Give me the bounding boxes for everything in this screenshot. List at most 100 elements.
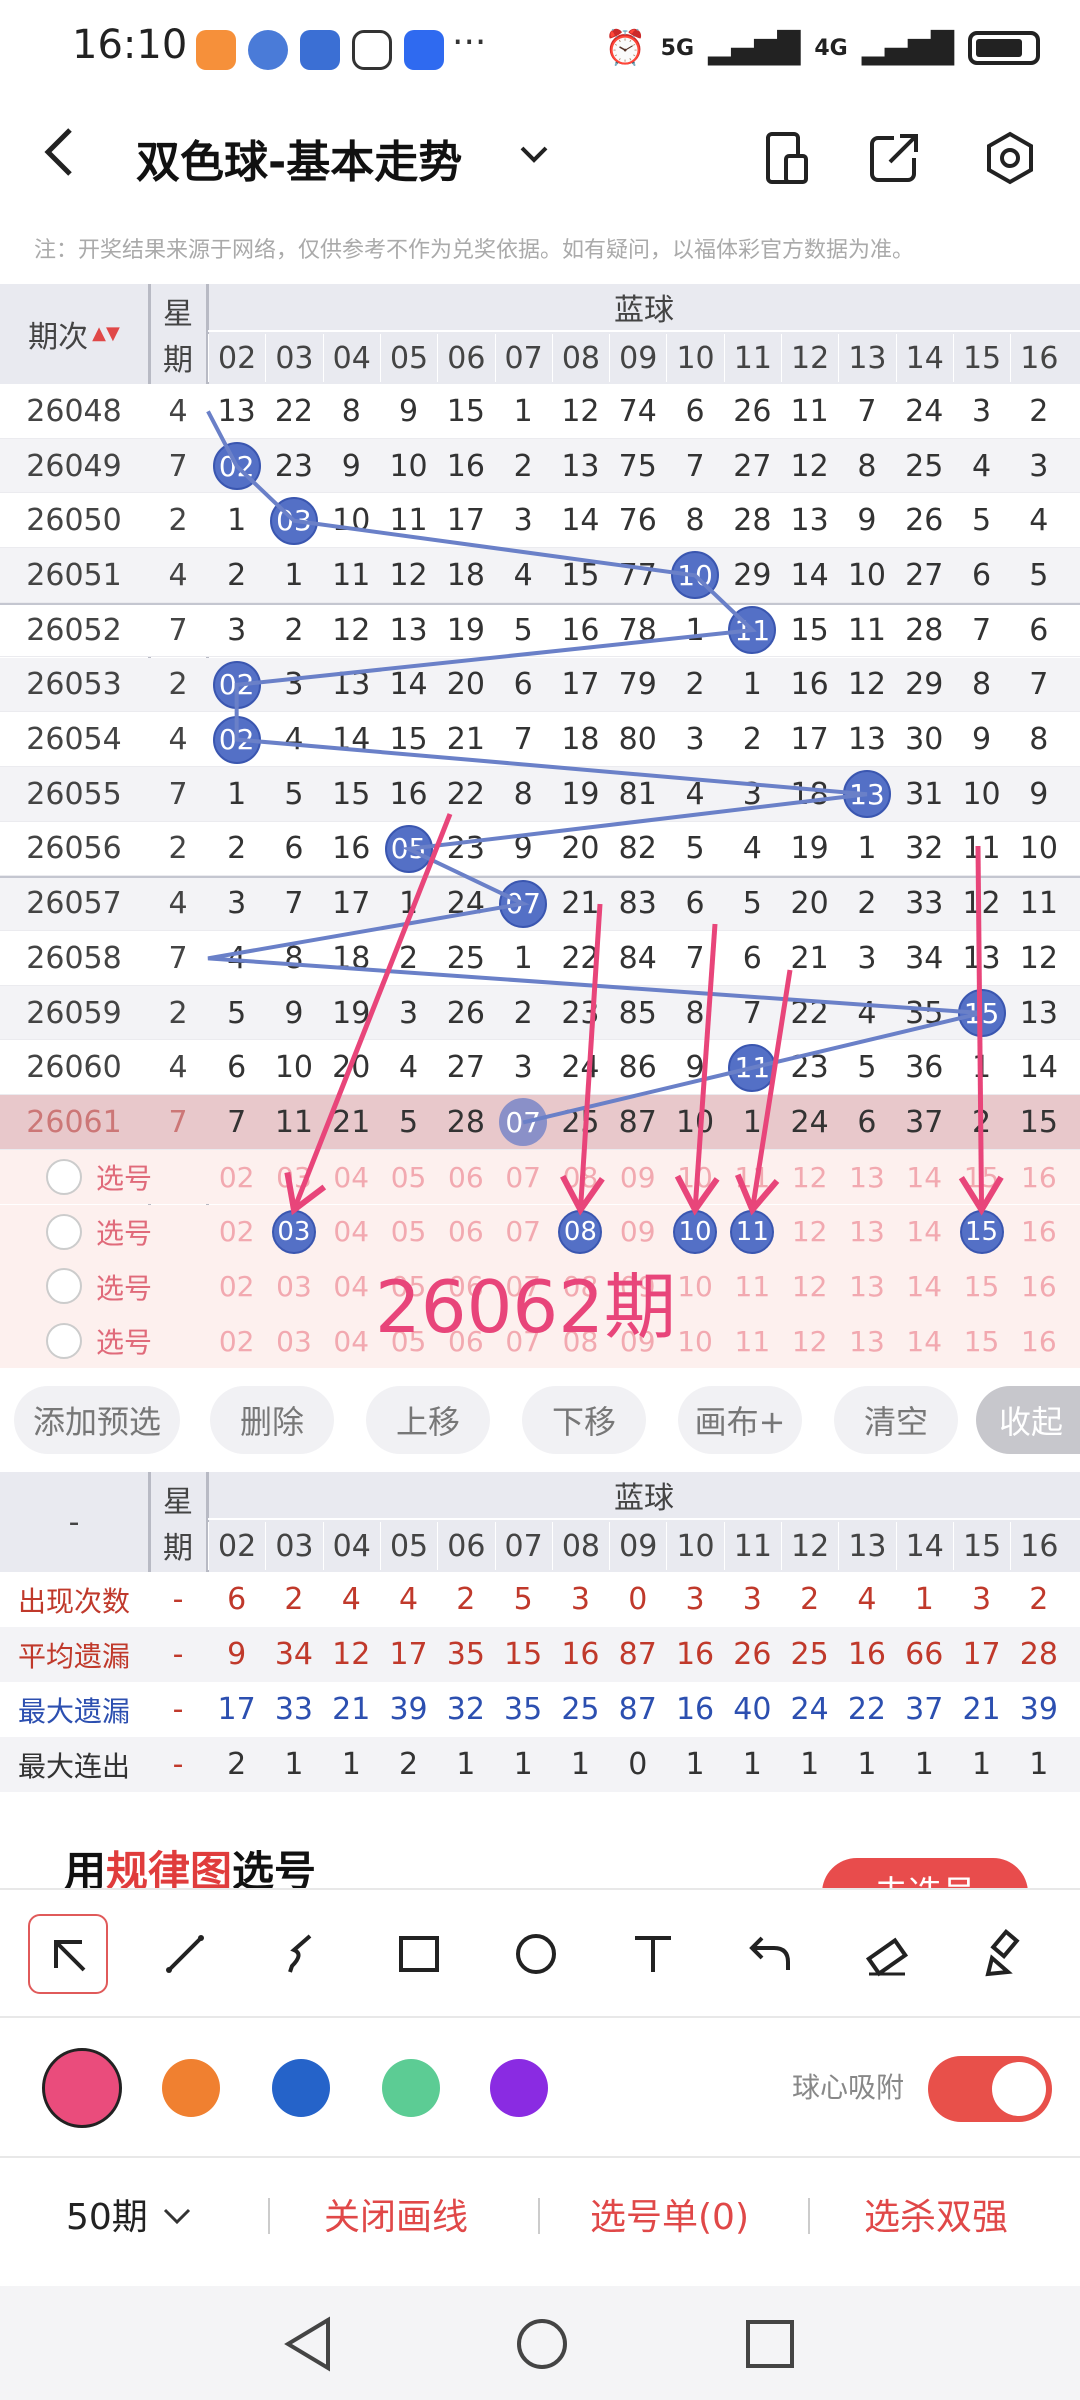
pick-number[interactable]: 05 [380, 1314, 437, 1369]
curve-tool-icon[interactable] [262, 1914, 342, 1994]
selected-ball[interactable]: 10 [673, 1209, 718, 1254]
pick-number[interactable]: 04 [323, 1259, 380, 1314]
action-button[interactable]: 清空 [834, 1386, 958, 1454]
chevron-down-icon[interactable] [518, 136, 550, 174]
selected-ball[interactable]: 15 [959, 1209, 1004, 1254]
pick-number[interactable]: 06 [437, 1205, 494, 1260]
blue-ball-hit[interactable]: 13 [842, 770, 891, 819]
pick-number[interactable]: 13 [838, 1259, 895, 1314]
color-swatch[interactable] [382, 2059, 440, 2117]
pick-number[interactable]: 07 [495, 1150, 552, 1205]
action-button[interactable]: 添加预选 [14, 1386, 180, 1454]
pick-number[interactable]: 14 [896, 1150, 953, 1205]
pick-number[interactable]: 12 [781, 1259, 838, 1314]
action-button[interactable]: 收起 [976, 1386, 1080, 1454]
pick-number[interactable]: 14 [896, 1205, 953, 1260]
pick-number[interactable]: 11 [724, 1150, 781, 1205]
pick-number[interactable]: 12 [781, 1150, 838, 1205]
period-selector[interactable]: 50期 [66, 2188, 192, 2240]
blue-ball-hit[interactable]: 15 [957, 989, 1006, 1038]
trend-grid[interactable]: 期次 ▲▼ 星期蓝球 02 03 04 05 06 07 08 09 10 11 12 13 14 15 16 26… [0, 284, 1080, 1369]
circle-tool-icon[interactable] [496, 1914, 576, 1994]
pick-number[interactable]: 04 [323, 1150, 380, 1205]
pick-number[interactable]: 09 [609, 1205, 666, 1260]
pick-number[interactable]: 07 [495, 1314, 552, 1369]
snap-toggle[interactable] [928, 2056, 1052, 2122]
blue-ball-hit[interactable]: 05 [384, 824, 433, 873]
line-tool-icon[interactable] [145, 1914, 225, 1994]
text-tool-icon[interactable] [613, 1914, 693, 1994]
color-swatch[interactable] [490, 2059, 548, 2117]
close-line-button[interactable]: 关闭画线 [324, 2188, 468, 2240]
pick-number[interactable]: 04 [323, 1205, 380, 1260]
pick-number[interactable]: 15 [953, 1259, 1010, 1314]
pick-number[interactable]: 11 [724, 1314, 781, 1369]
pick-number[interactable]: 16 [1010, 1259, 1067, 1314]
pick-number[interactable]: 10 [666, 1259, 723, 1314]
pick-number[interactable]: 15 [953, 1314, 1010, 1369]
pick-number[interactable]: 07 [495, 1259, 552, 1314]
pick-number[interactable]: 07 [495, 1205, 552, 1260]
pick-number[interactable]: 14 [896, 1314, 953, 1369]
selected-ball[interactable]: 08 [558, 1209, 603, 1254]
pick-number[interactable]: 08 [552, 1150, 609, 1205]
pick-number[interactable]: 03 [265, 1259, 322, 1314]
back-button[interactable] [40, 122, 80, 197]
pick-number[interactable]: 12 [781, 1314, 838, 1369]
pick-number[interactable]: 08 [552, 1259, 609, 1314]
pick-number[interactable]: 16 [1010, 1314, 1067, 1369]
pick-number[interactable]: 15 [953, 1150, 1010, 1205]
pick-number[interactable]: 16 [1010, 1150, 1067, 1205]
pick-number[interactable]: 04 [323, 1314, 380, 1369]
clear-brush-icon[interactable] [964, 1914, 1044, 1994]
blue-ball-hit[interactable]: 02 [212, 442, 261, 491]
color-swatch[interactable] [42, 2048, 122, 2128]
pick-radio[interactable] [46, 1268, 82, 1305]
pick-radio[interactable] [46, 1322, 82, 1359]
pick-number[interactable]: 11 [724, 1259, 781, 1314]
kill-strong-button[interactable]: 选杀双强 [864, 2188, 1008, 2240]
pick-number[interactable]: 02 [208, 1150, 265, 1205]
pick-number[interactable]: 14 [896, 1259, 953, 1314]
blue-ball-hit[interactable]: 02 [212, 660, 261, 709]
phone-layout-icon[interactable] [756, 128, 816, 188]
blue-ball-hit[interactable]: 03 [269, 496, 318, 545]
rectangle-tool-icon[interactable] [379, 1914, 459, 1994]
settings-icon[interactable] [980, 128, 1040, 188]
pick-number[interactable]: 13 [838, 1205, 895, 1260]
pick-number[interactable]: 12 [781, 1205, 838, 1260]
pick-number[interactable]: 06 [437, 1314, 494, 1369]
blue-ball-hit[interactable]: 07 [499, 879, 548, 928]
pick-number[interactable]: 05 [380, 1259, 437, 1314]
share-icon[interactable] [864, 128, 924, 188]
eraser-icon[interactable] [847, 1914, 927, 1994]
action-button[interactable]: 画布+ [678, 1386, 802, 1454]
pick-number[interactable]: 06 [437, 1259, 494, 1314]
selected-ball[interactable]: 03 [271, 1209, 316, 1254]
action-button[interactable]: 下移 [522, 1386, 646, 1454]
pick-radio[interactable] [46, 1213, 82, 1250]
pick-number[interactable]: 09 [609, 1150, 666, 1205]
blue-ball-hit[interactable]: 02 [212, 715, 261, 764]
pick-number[interactable]: 16 [1010, 1205, 1067, 1260]
pick-number[interactable]: 06 [437, 1150, 494, 1205]
page-title[interactable]: 双色球-基本走势 [136, 126, 462, 190]
pick-radio[interactable] [46, 1158, 82, 1195]
color-swatch[interactable] [162, 2059, 220, 2117]
pick-number[interactable]: 05 [380, 1150, 437, 1205]
pick-number[interactable]: 08 [552, 1314, 609, 1369]
pick-number[interactable]: 13 [838, 1314, 895, 1369]
period-sort-header[interactable]: 期次 ▲▼ [0, 284, 148, 384]
pick-number[interactable]: 10 [666, 1150, 723, 1205]
color-swatch[interactable] [272, 2059, 330, 2117]
pick-number[interactable]: 03 [265, 1314, 322, 1369]
action-button[interactable]: 上移 [366, 1386, 490, 1454]
pick-number[interactable]: 02 [208, 1205, 265, 1260]
undo-icon[interactable] [730, 1914, 810, 1994]
pick-number[interactable]: 10 [666, 1314, 723, 1369]
pick-number[interactable]: 13 [838, 1150, 895, 1205]
action-button[interactable]: 删除 [210, 1386, 334, 1454]
selected-ball[interactable]: 11 [730, 1209, 775, 1254]
pick-number[interactable]: 09 [609, 1314, 666, 1369]
pick-number[interactable]: 03 [265, 1150, 322, 1205]
